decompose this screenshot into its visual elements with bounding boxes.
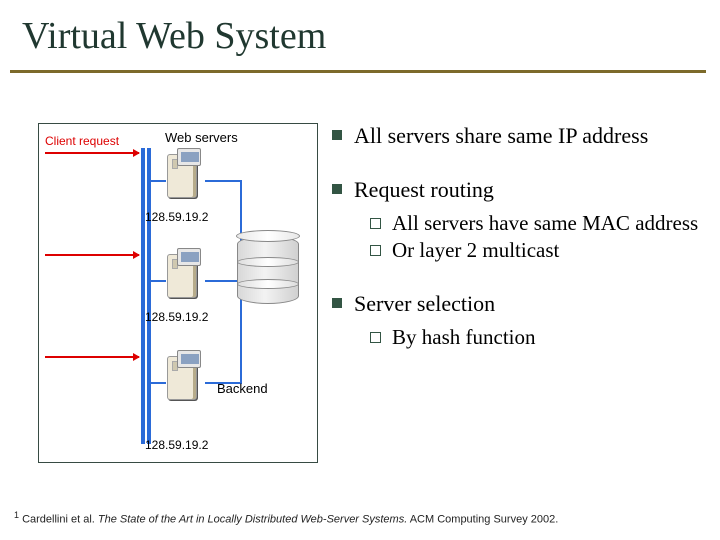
footnote-title: The State of the Art in Locally Distribu… bbox=[98, 514, 407, 526]
bullet-text: Server selection bbox=[354, 291, 495, 316]
page-title: Virtual Web System bbox=[22, 14, 720, 58]
client-request-label: Client request bbox=[45, 134, 119, 148]
footnote: 1 Cardellini et al. The State of the Art… bbox=[14, 510, 706, 526]
connector-icon bbox=[151, 280, 166, 282]
server-icon bbox=[167, 356, 205, 408]
bullet-text: All servers have same MAC address bbox=[392, 211, 698, 235]
list-item: Request routing All servers have same MA… bbox=[332, 177, 700, 263]
database-icon bbox=[237, 236, 299, 314]
list-item: All servers share same IP address bbox=[332, 123, 700, 149]
bullet-text: By hash function bbox=[392, 325, 535, 349]
bullet-text: All servers share same IP address bbox=[354, 123, 648, 148]
backend-label: Backend bbox=[217, 381, 268, 396]
arrow-icon bbox=[45, 152, 139, 154]
ip-label: 128.59.19.2 bbox=[145, 210, 235, 224]
architecture-diagram: Client request Web servers 128.59.19.2 1… bbox=[38, 123, 318, 463]
connector-icon bbox=[151, 180, 166, 182]
ip-label: 128.59.19.2 bbox=[145, 438, 235, 452]
server-icon bbox=[167, 154, 205, 206]
slide-body: Client request Web servers 128.59.19.2 1… bbox=[0, 73, 720, 463]
bullet-text: Or layer 2 multicast bbox=[392, 238, 559, 262]
bullet-text: Request routing bbox=[354, 177, 494, 202]
list-item: By hash function bbox=[366, 325, 700, 350]
connector-icon bbox=[151, 382, 166, 384]
connector-icon bbox=[205, 180, 241, 182]
arrow-icon bbox=[45, 254, 139, 256]
footnote-authors: Cardellini et al. bbox=[22, 514, 95, 526]
sub-bullet-list: All servers have same MAC address Or lay… bbox=[354, 211, 700, 263]
server-icon bbox=[167, 254, 205, 306]
arrow-icon bbox=[45, 356, 139, 358]
list-item: Server selection By hash function bbox=[332, 291, 700, 350]
bullet-list: All servers share same IP address Reques… bbox=[332, 123, 700, 350]
bus-bar-icon bbox=[147, 148, 151, 444]
connector-icon bbox=[205, 280, 241, 282]
sub-bullet-list: By hash function bbox=[354, 325, 700, 350]
footnote-marker: 1 bbox=[14, 510, 19, 520]
footnote-venue: ACM Computing Survey 2002. bbox=[410, 514, 559, 526]
bus-bar-icon bbox=[141, 148, 145, 444]
list-item: All servers have same MAC address bbox=[366, 211, 700, 236]
list-item: Or layer 2 multicast bbox=[366, 238, 700, 263]
web-servers-label: Web servers bbox=[165, 130, 238, 145]
ip-label: 128.59.19.2 bbox=[145, 310, 235, 324]
